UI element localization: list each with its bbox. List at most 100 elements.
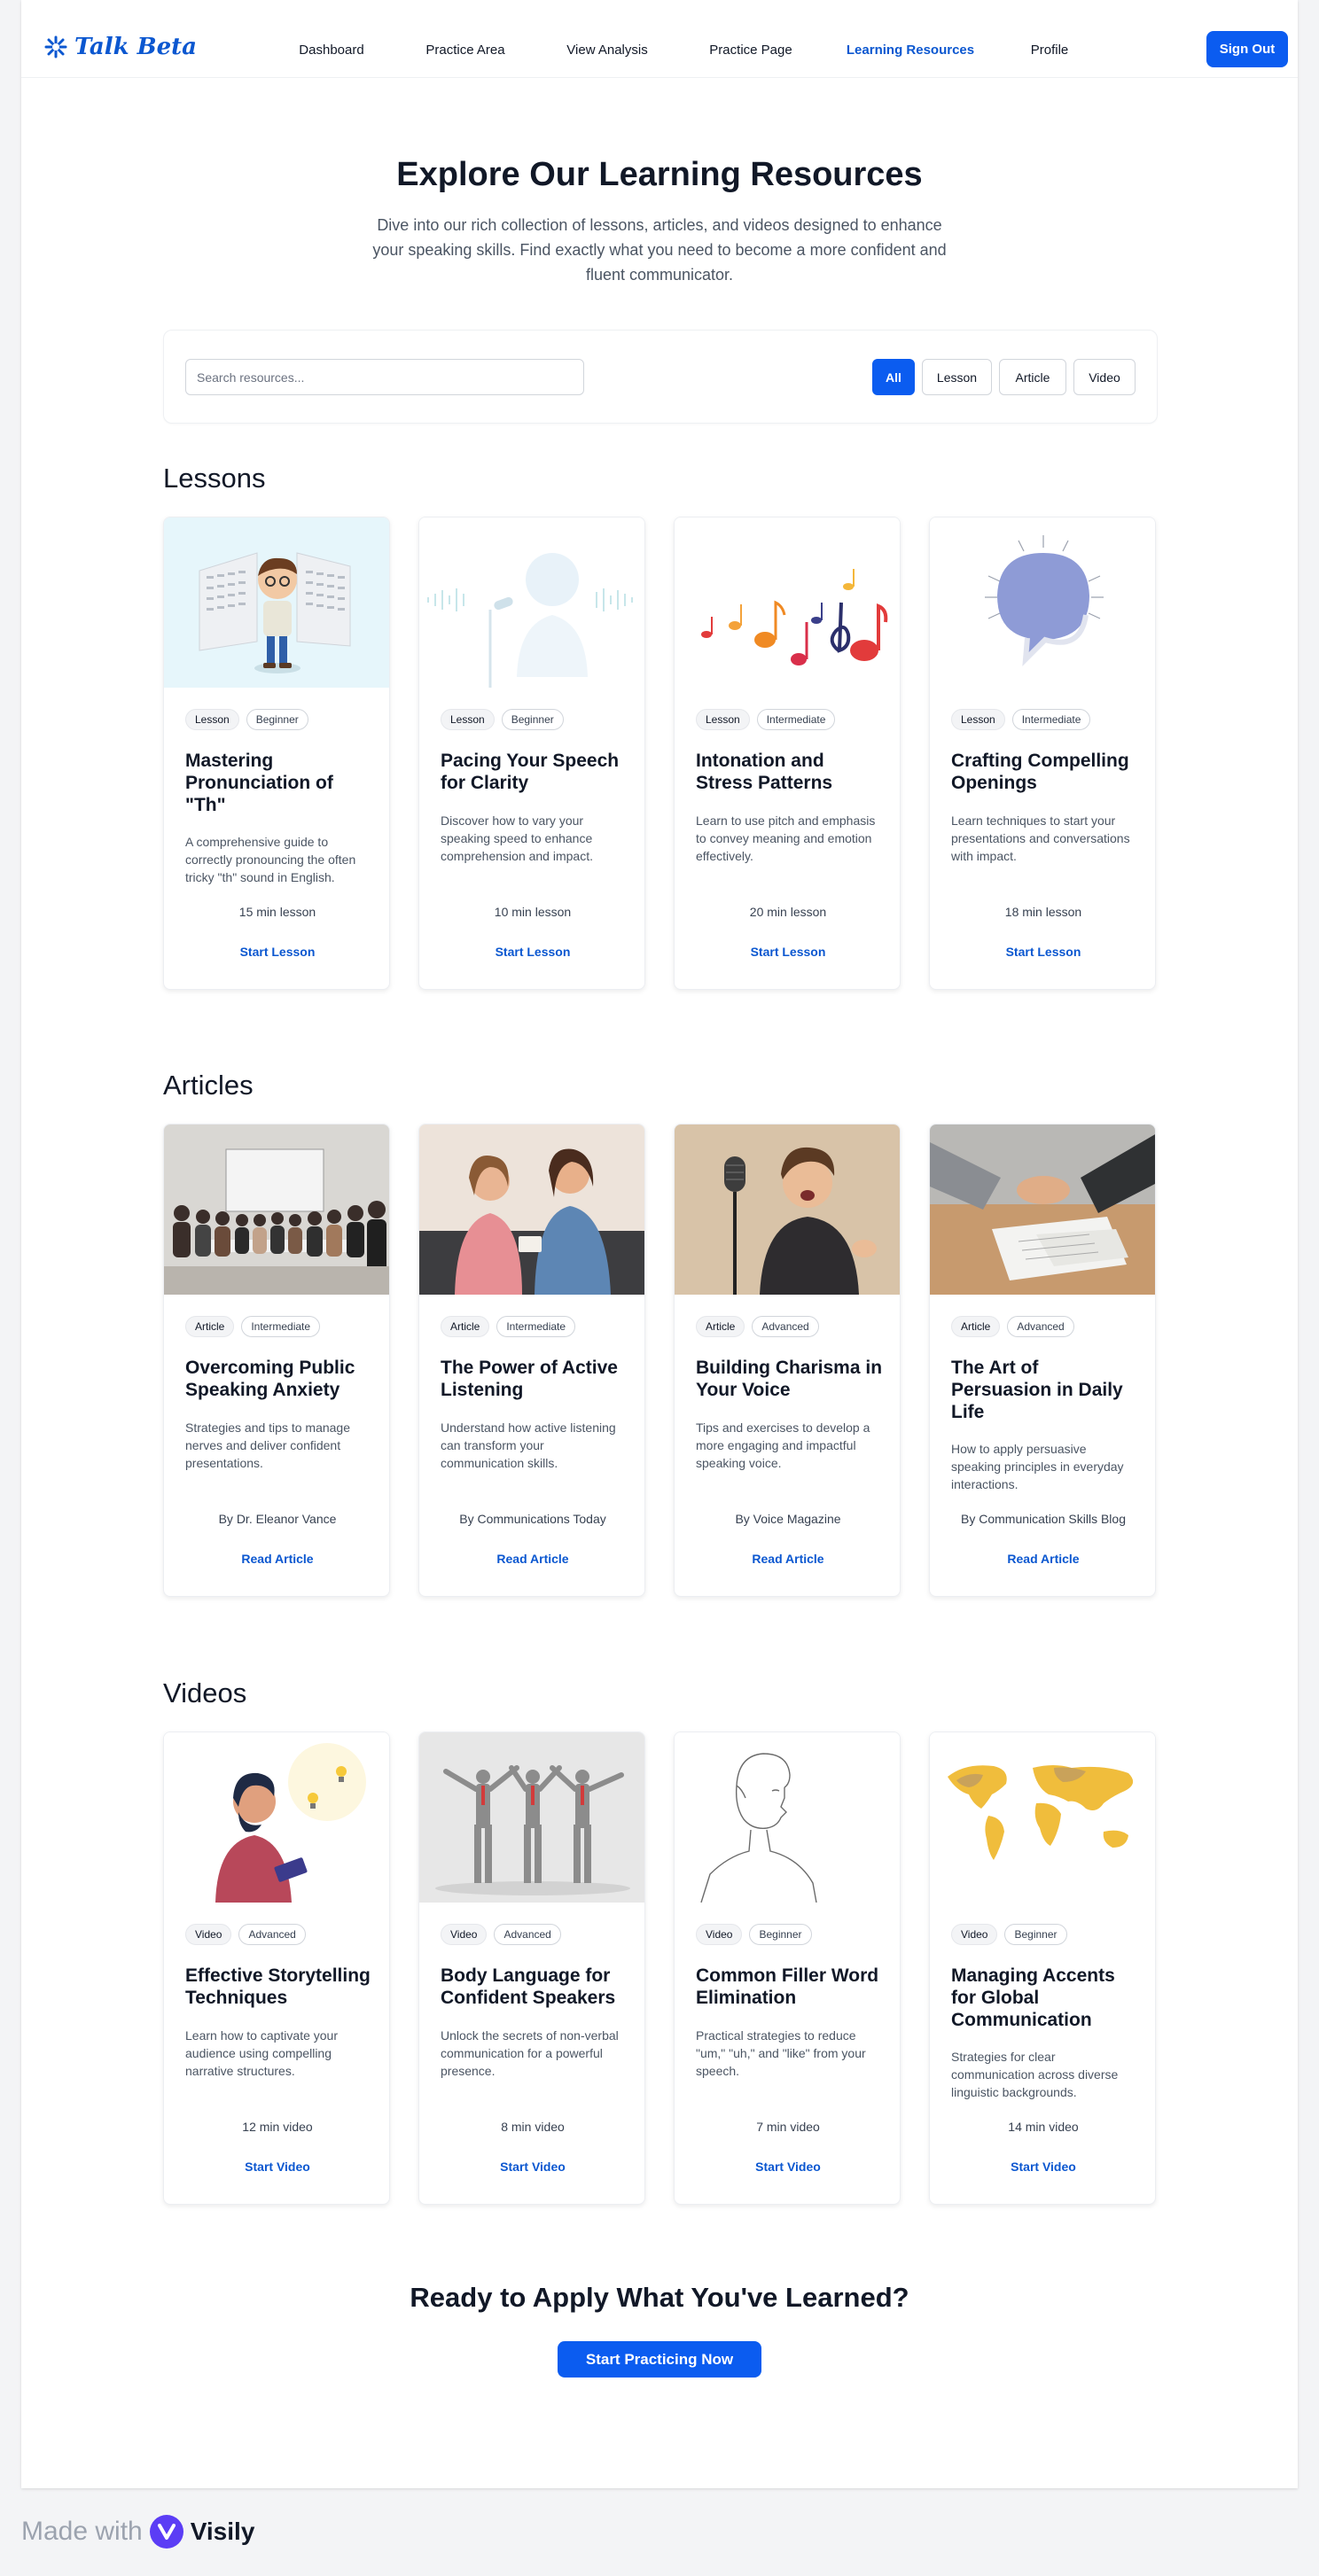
type-badge: Video: [441, 1924, 488, 1945]
made-with-badge[interactable]: Made with Visily: [21, 2515, 254, 2549]
cta-title: Ready to Apply What You've Learned?: [410, 2282, 909, 2313]
nav-link-practice-page[interactable]: Practice Page: [709, 43, 792, 58]
filter-video-button[interactable]: Video: [1073, 359, 1136, 395]
card-title: Overcoming Public Speaking Anxiety: [185, 1358, 355, 1400]
level-badge: Beginner: [1004, 1924, 1067, 1945]
card-meta: 7 min video: [756, 2120, 820, 2134]
card-tags: Article Advanced: [951, 1316, 1074, 1337]
level-badge: Advanced: [238, 1924, 306, 1945]
level-badge: Advanced: [1007, 1316, 1074, 1337]
resource-card[interactable]: Article Advanced Building Charisma in Yo…: [674, 1124, 901, 1597]
top-nav: Talk Beta Dashboard Practice Area View A…: [21, 0, 1298, 78]
made-with-label: Made with: [21, 2517, 143, 2546]
start-practicing-button[interactable]: Start Practicing Now: [558, 2341, 761, 2378]
nav-link-view-analysis[interactable]: View Analysis: [566, 43, 647, 58]
resource-card[interactable]: Article Intermediate Overcoming Public S…: [163, 1124, 390, 1597]
type-badge: Lesson: [696, 709, 750, 730]
read-article-link[interactable]: Read Article: [675, 1552, 900, 1566]
page-subtitle: Dive into our rich collection of lessons…: [372, 216, 947, 284]
type-badge: Article: [696, 1316, 745, 1337]
card-meta: By Dr. Eleanor Vance: [218, 1512, 337, 1526]
card-tags: Lesson Intermediate: [696, 709, 836, 730]
card-title: Common Filler Word Elimination: [696, 1965, 879, 2008]
card-description: Learn techniques to start your presentat…: [951, 813, 1130, 863]
sign-out-button[interactable]: Sign Out: [1206, 31, 1288, 67]
section-title-articles: Articles: [163, 1070, 254, 1101]
sparkle-logo-icon: [44, 35, 67, 58]
start-lesson-link[interactable]: Start Lesson: [930, 945, 1155, 959]
card-meta: By Voice Magazine: [735, 1512, 841, 1526]
nav-link-dashboard[interactable]: Dashboard: [299, 43, 363, 58]
handshake-photo: [930, 1125, 1155, 1295]
read-article-link[interactable]: Read Article: [419, 1552, 644, 1566]
filter-bar: All Lesson Article Video: [163, 330, 1158, 424]
card-tags: Lesson Intermediate: [951, 709, 1091, 730]
resource-card[interactable]: Video Beginner Common Filler Word Elimin…: [674, 1732, 901, 2205]
read-article-link[interactable]: Read Article: [164, 1552, 389, 1566]
card-title: Pacing Your Speech for Clarity: [441, 751, 620, 793]
section-title-lessons: Lessons: [163, 463, 266, 494]
world-map-icon: [930, 1732, 1155, 1903]
level-badge: Intermediate: [1011, 709, 1091, 730]
card-description: Unlock the secrets of non-verbal communi…: [441, 2028, 619, 2078]
nav-link-practice-area[interactable]: Practice Area: [425, 43, 504, 58]
level-badge: Advanced: [752, 1316, 819, 1337]
card-description: Learn to use pitch and emphasis to conve…: [696, 813, 876, 863]
start-video-link[interactable]: Start Video: [419, 2160, 644, 2174]
read-article-link[interactable]: Read Article: [930, 1552, 1155, 1566]
nav-link-learning-resources[interactable]: Learning Resources: [847, 43, 974, 58]
brand-logo[interactable]: Talk Beta: [44, 34, 197, 60]
app-frame: Talk Beta Dashboard Practice Area View A…: [21, 0, 1298, 2488]
level-badge: Beginner: [246, 709, 308, 730]
card-description: A comprehensive guide to correctly prono…: [185, 835, 356, 884]
card-tags: Lesson Beginner: [441, 709, 564, 730]
card-description: Strategies for clear communication acros…: [951, 2050, 1119, 2099]
level-badge: Intermediate: [756, 709, 836, 730]
card-title: The Art of Persuasion in Daily Life: [951, 1358, 1123, 1422]
start-video-link[interactable]: Start Video: [930, 2160, 1155, 2174]
card-title: The Power of Active Listening: [441, 1358, 618, 1400]
resource-card[interactable]: Video Beginner Managing Accents for Glob…: [929, 1732, 1156, 2205]
start-lesson-link[interactable]: Start Lesson: [675, 945, 900, 959]
filter-lesson-button[interactable]: Lesson: [922, 359, 992, 395]
nav-link-profile[interactable]: Profile: [1031, 43, 1069, 58]
resource-card[interactable]: Video Advanced Effective Storytelling Te…: [163, 1732, 390, 2205]
microphone-waveform-icon: [419, 518, 644, 688]
card-title: Crafting Compelling Openings: [951, 751, 1129, 793]
resource-card[interactable]: Lesson Beginner Mastering Pronunciation …: [163, 517, 390, 990]
card-tags: Article Intermediate: [441, 1316, 576, 1337]
filter-article-button[interactable]: Article: [999, 359, 1066, 395]
start-video-link[interactable]: Start Video: [164, 2160, 389, 2174]
card-meta: 12 min video: [242, 2120, 313, 2134]
storyteller-lightbulb-icon: [164, 1732, 389, 1903]
card-title: Body Language for Confident Speakers: [441, 1965, 616, 2008]
group-meeting-photo: [164, 1125, 389, 1295]
start-video-link[interactable]: Start Video: [675, 2160, 900, 2174]
resource-card[interactable]: Article Advanced The Art of Persuasion i…: [929, 1124, 1156, 1597]
resource-card[interactable]: Lesson Intermediate Crafting Compelling …: [929, 517, 1156, 990]
speech-bubble-icon: [930, 518, 1155, 688]
line-portrait-icon: [675, 1732, 900, 1903]
search-input[interactable]: [185, 359, 584, 395]
resource-card[interactable]: Article Intermediate The Power of Active…: [418, 1124, 645, 1597]
resource-card[interactable]: Lesson Intermediate Intonation and Stres…: [674, 517, 901, 990]
type-badge: Article: [185, 1316, 235, 1337]
start-lesson-link[interactable]: Start Lesson: [164, 945, 389, 959]
card-meta: 8 min video: [501, 2120, 565, 2134]
resource-card[interactable]: Lesson Beginner Pacing Your Speech for C…: [418, 517, 645, 990]
filter-all-button[interactable]: All: [872, 359, 915, 395]
card-description: Understand how active listening can tran…: [441, 1420, 616, 1470]
visily-logo-icon: [149, 2515, 183, 2549]
resource-card[interactable]: Video Advanced Body Language for Confide…: [418, 1732, 645, 2205]
card-meta: 18 min lesson: [1004, 905, 1082, 919]
visily-brand: Visily: [190, 2518, 255, 2545]
level-badge: Intermediate: [496, 1316, 576, 1337]
card-meta: 14 min video: [1008, 2120, 1079, 2134]
section-title-videos: Videos: [163, 1677, 247, 1708]
type-badge: Article: [951, 1316, 1001, 1337]
card-tags: Article Intermediate: [185, 1316, 321, 1337]
start-lesson-link[interactable]: Start Lesson: [419, 945, 644, 959]
card-meta: By Communication Skills Blog: [961, 1512, 1126, 1526]
card-tags: Video Beginner: [696, 1924, 812, 1945]
level-badge: Beginner: [749, 1924, 812, 1945]
